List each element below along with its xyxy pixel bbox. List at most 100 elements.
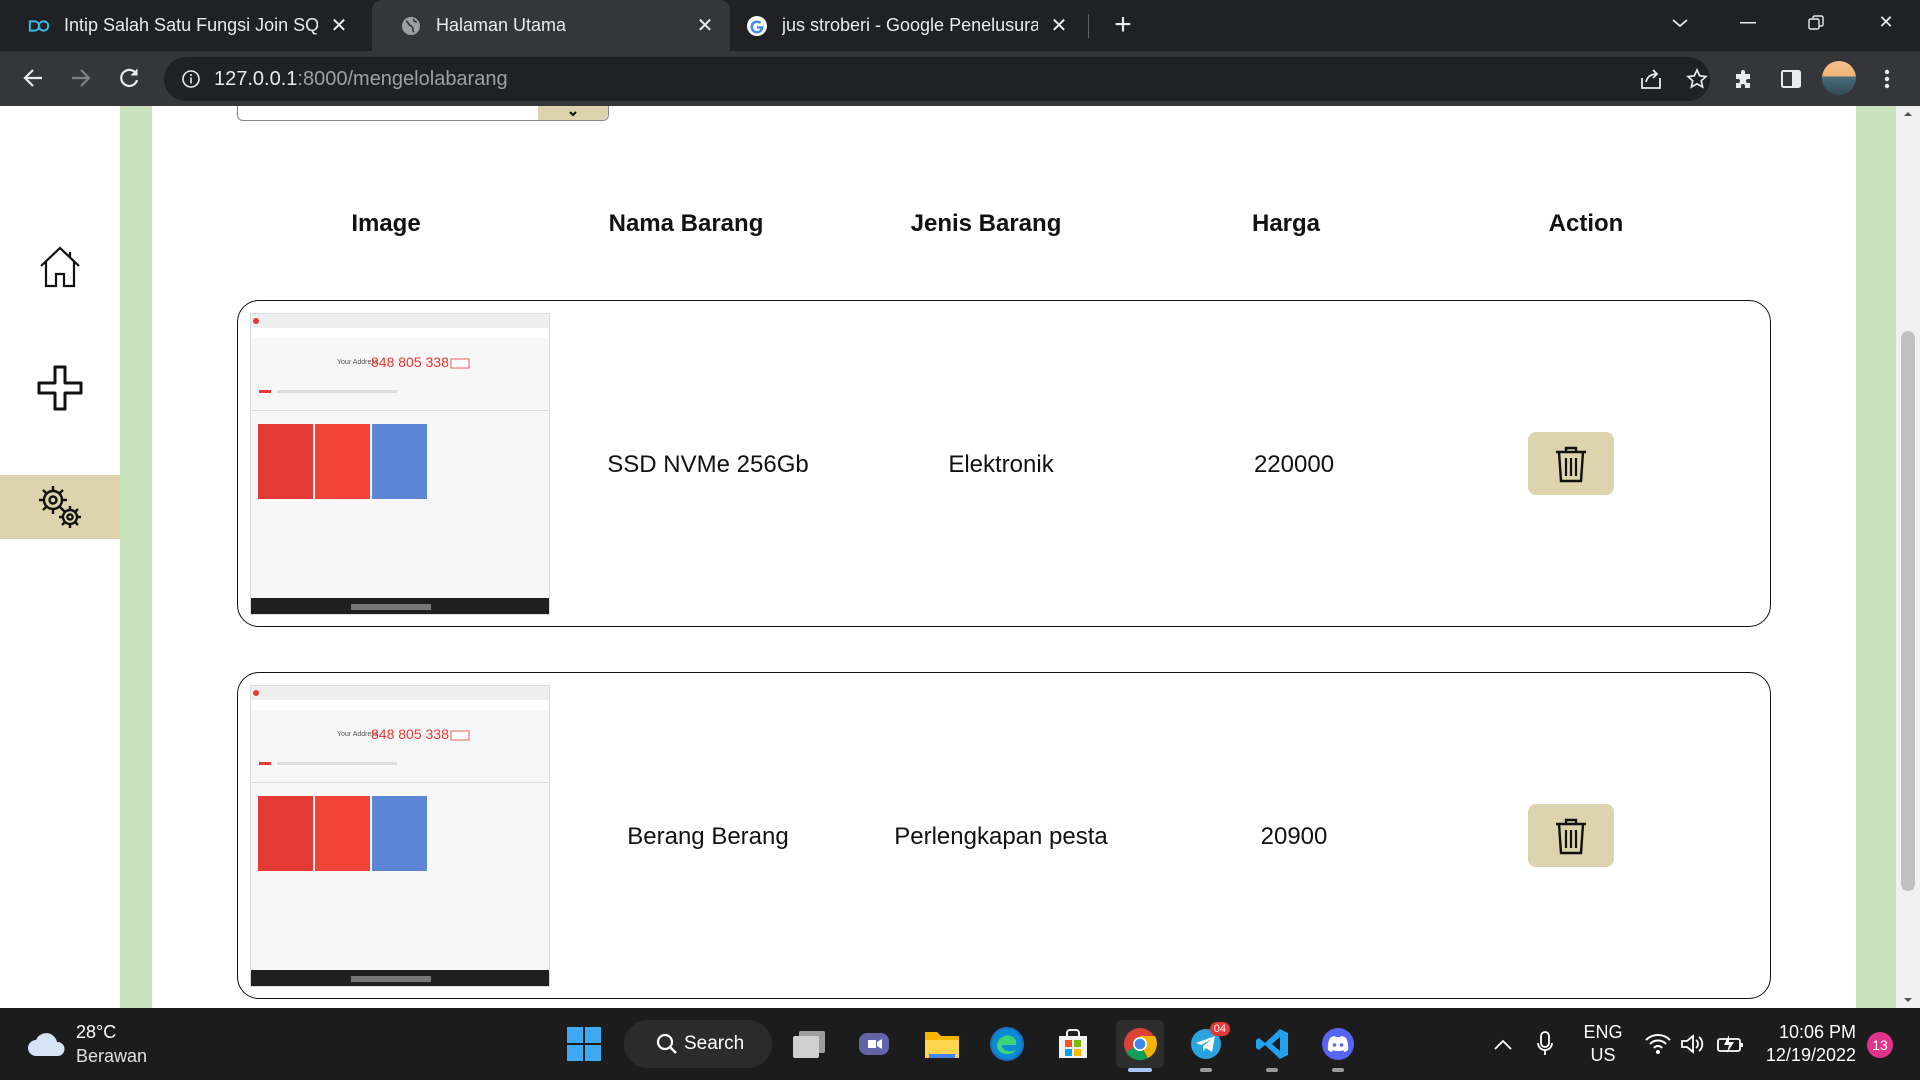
tab-dicoding[interactable]: Intip Salah Satu Fungsi Join SQL, ✕ — [0, 0, 364, 51]
file-explorer-button[interactable] — [918, 1020, 966, 1068]
globe-icon — [400, 15, 422, 37]
minimize-button[interactable] — [1720, 0, 1776, 45]
profile-avatar[interactable] — [1822, 61, 1856, 95]
weather-temp: 28°C — [76, 1022, 117, 1042]
extensions-puzzle-icon[interactable] — [1728, 64, 1758, 94]
clock[interactable]: 10:06 PM 12/19/2022 — [1756, 1021, 1856, 1067]
plus-icon — [37, 365, 83, 411]
jenis-barang: Elektronik — [948, 450, 1054, 478]
sidebar-item-home[interactable] — [0, 235, 120, 299]
weather-widget[interactable]: 28°C Berawan — [26, 1022, 166, 1068]
show-hidden-icons-chevron-icon[interactable] — [1493, 1038, 1513, 1052]
table-row: Your Address 848 805 338 SSD NVMe 256Gb … — [237, 300, 1771, 627]
scroll-up-arrow-icon[interactable] — [1896, 106, 1920, 122]
edge-button[interactable] — [983, 1020, 1031, 1068]
thumb-number: 848 805 338 — [371, 726, 449, 742]
language-indicator[interactable]: ENG US — [1580, 1021, 1626, 1067]
chrome-icon — [1124, 1028, 1157, 1061]
home-icon — [40, 246, 80, 288]
jenis-barang: Perlengkapan pesta — [894, 822, 1108, 850]
vscode-icon — [1256, 1029, 1288, 1059]
store-button[interactable] — [1049, 1020, 1097, 1068]
bookmark-star-icon[interactable] — [1682, 64, 1712, 94]
reload-button[interactable] — [112, 61, 146, 95]
start-button[interactable] — [560, 1020, 608, 1068]
discord-button[interactable] — [1314, 1020, 1362, 1072]
close-tab-icon[interactable]: ✕ — [1048, 15, 1070, 37]
close-tab-icon[interactable]: ✕ — [328, 15, 350, 37]
search-label: Search — [684, 1033, 745, 1054]
nama-barang: Berang Berang — [627, 822, 789, 850]
header-nama-barang: Nama Barang — [608, 210, 764, 237]
language-code: ENG — [1583, 1022, 1623, 1042]
site-info-icon[interactable] — [176, 64, 206, 94]
volume-icon[interactable] — [1680, 1033, 1704, 1055]
cloud-icon — [28, 1033, 65, 1056]
harga: 220000 — [1253, 450, 1335, 478]
page-scrollbar[interactable] — [1896, 106, 1920, 1008]
category-select[interactable] — [237, 106, 609, 121]
side-panel-icon[interactable] — [1776, 64, 1806, 94]
address-bar[interactable]: 127.0.0.1:8000/mengelolabarang — [164, 57, 1710, 101]
windows-logo-icon — [567, 1027, 601, 1061]
edge-icon — [990, 1027, 1024, 1061]
trash-icon — [1556, 446, 1586, 482]
clock-date: 12/19/2022 — [1765, 1045, 1856, 1065]
delete-button[interactable] — [1528, 432, 1614, 495]
forward-button[interactable] — [64, 61, 98, 95]
google-logo-icon — [746, 15, 768, 37]
delete-button[interactable] — [1528, 804, 1614, 867]
header-jenis-barang: Jenis Barang — [910, 210, 1062, 237]
sidebar — [0, 106, 120, 1008]
close-tab-icon[interactable]: ✕ — [694, 15, 716, 37]
chrome-taskbar-button[interactable] — [1116, 1020, 1164, 1072]
new-tab-button[interactable]: + — [1108, 10, 1138, 41]
notification-badge[interactable]: 13 — [1867, 1032, 1893, 1058]
thumb-number: 848 805 338 — [371, 354, 449, 370]
browser-toolbar: 127.0.0.1:8000/mengelolabarang — [0, 51, 1920, 106]
sidebar-item-settings[interactable] — [0, 475, 120, 539]
page-border-left — [120, 106, 152, 1008]
task-view-button[interactable] — [785, 1020, 833, 1068]
telegram-button[interactable]: 04 — [1182, 1020, 1230, 1072]
header-harga: Harga — [1251, 210, 1321, 237]
clock-time: 10:06 PM — [1778, 1022, 1856, 1042]
windows-taskbar: 28°C Berawan Search 04 ENG US 10:06 PM 1… — [0, 1008, 1920, 1080]
scroll-down-arrow-icon[interactable] — [1896, 992, 1920, 1008]
scrollbar-thumb[interactable] — [1901, 331, 1915, 891]
region-code: US — [1590, 1045, 1616, 1065]
teams-chat-icon — [859, 1033, 889, 1055]
running-indicator — [1128, 1068, 1152, 1072]
tab-separator — [1088, 14, 1089, 38]
tab-google-search[interactable]: jus stroberi - Google Penelusuran ✕ — [730, 0, 1084, 51]
taskbar-search[interactable]: Search — [624, 1020, 772, 1068]
gears-icon — [39, 486, 81, 528]
trash-icon — [1556, 818, 1586, 854]
running-indicator — [1200, 1068, 1212, 1072]
teams-chat-button[interactable] — [850, 1020, 898, 1068]
table-row: Your Address 848 805 338 Berang Berang P… — [237, 672, 1771, 999]
nama-barang: SSD NVMe 256Gb — [607, 450, 809, 478]
running-indicator — [1332, 1068, 1344, 1072]
discord-icon — [1322, 1028, 1354, 1060]
url-path: :8000/mengelolabarang — [297, 68, 508, 90]
wifi-icon[interactable] — [1645, 1033, 1671, 1055]
tab-search-chevron-icon[interactable] — [1652, 0, 1708, 45]
share-icon[interactable] — [1636, 64, 1666, 94]
close-window-button[interactable]: ✕ — [1858, 0, 1914, 45]
battery-charging-icon[interactable] — [1716, 1034, 1744, 1054]
search-icon — [656, 1033, 677, 1054]
back-button[interactable] — [16, 61, 50, 95]
tab-title: jus stroberi - Google Penelusuran — [782, 15, 1038, 35]
folder-icon — [925, 1032, 959, 1058]
tab-halaman-utama[interactable]: Halaman Utama ✕ — [372, 0, 730, 51]
tab-title: Halaman Utama — [436, 15, 567, 35]
vscode-button[interactable] — [1248, 1020, 1296, 1072]
microphone-icon[interactable] — [1536, 1031, 1554, 1057]
chrome-menu-icon[interactable] — [1872, 64, 1902, 94]
sidebar-item-add[interactable] — [0, 356, 120, 420]
select-dropdown-button[interactable] — [538, 106, 608, 120]
product-image: Your Address 848 805 338 — [250, 685, 550, 987]
restore-button[interactable] — [1788, 0, 1844, 45]
url-text[interactable]: 127.0.0.1:8000/mengelolabarang — [214, 57, 508, 101]
